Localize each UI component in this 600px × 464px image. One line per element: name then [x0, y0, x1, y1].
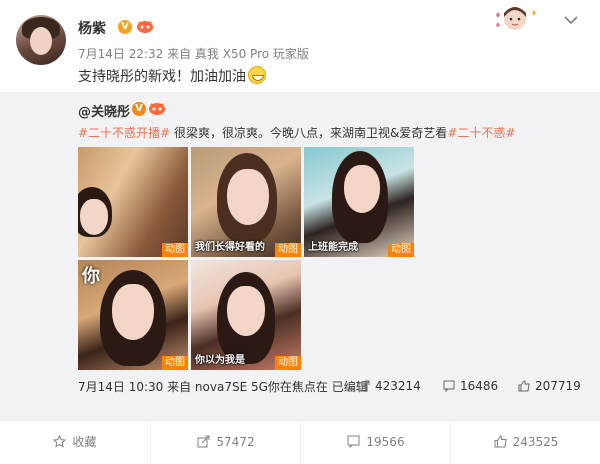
repost-comment-count: 16486 [460, 379, 499, 393]
post-text: 支持晓彤的新戏！加油加油 [78, 66, 266, 86]
star-icon [53, 435, 67, 448]
gif-caption: 你以为我是 [195, 355, 245, 366]
hashtag-link[interactable]: #二十不惑开播# [78, 126, 170, 140]
forward-icon [197, 435, 210, 448]
hashtag-link[interactable]: #二十不惑# [447, 126, 515, 140]
forward-button[interactable]: 57472 [150, 421, 301, 464]
repost-like-stat[interactable]: 207719 [518, 379, 581, 393]
comment-icon [347, 435, 360, 448]
repost-verified-badge-icon: V [132, 102, 146, 116]
forward-count: 57472 [216, 435, 255, 449]
chevron-down-icon[interactable] [563, 12, 579, 28]
comment-icon [443, 380, 455, 392]
thumbs-up-icon [494, 435, 507, 448]
media-thumbnail-3[interactable]: 上班能完成 动图 [304, 147, 414, 257]
forward-icon [358, 380, 370, 392]
figure-face [227, 286, 265, 336]
gif-badge: 动图 [162, 243, 188, 257]
favorite-button[interactable]: 收藏 [0, 421, 150, 464]
figure-face [80, 199, 108, 235]
post-meta: 7月14日 22:32 来自 真我 X50 Pro 玩家版 [78, 47, 309, 61]
avatar-face [30, 27, 52, 55]
repost-forward-stat[interactable]: 423214 [358, 379, 421, 393]
figure-face [227, 169, 269, 225]
gif-badge: 动图 [162, 356, 188, 370]
avatar[interactable] [16, 15, 66, 65]
repost-like-count: 207719 [535, 379, 581, 393]
figure-face [112, 284, 154, 340]
gif-caption: 上班能完成 [308, 242, 358, 253]
repost-comment-stat[interactable]: 16486 [443, 379, 498, 393]
gif-overlay-text: 你 [82, 266, 100, 287]
verified-badge-icon: V [118, 20, 132, 34]
media-thumbnail-5[interactable]: 你以为我是 动图 [191, 260, 301, 370]
sticker-icon [496, 7, 536, 30]
like-count: 243525 [512, 435, 559, 449]
repost-username[interactable]: @关晓彤 [78, 101, 130, 120]
comment-button[interactable]: 19566 [300, 421, 451, 464]
thumbs-up-icon [518, 380, 530, 392]
weibo-card: 杨紫 V 7月14日 22:32 来自 真我 X50 Pro 玩家版 支持晓彤的… [0, 0, 600, 464]
repost-forward-count: 423214 [375, 379, 421, 393]
gif-badge: 动图 [388, 243, 414, 257]
comment-count: 19566 [366, 435, 405, 449]
favorite-label: 收藏 [72, 435, 97, 449]
gif-caption: 我们长得好看的 [195, 242, 265, 253]
repost-vip-icon [149, 103, 165, 115]
grin-emoji-icon [248, 66, 266, 84]
like-button[interactable]: 243525 [450, 421, 600, 464]
post-text-content: 支持晓彤的新戏！加油加油 [78, 69, 246, 85]
repost-block: @关晓彤 V #二十不惑开播# 很梁爽，很凉爽。今晚八点，来湖南卫视&爱奇艺看#… [0, 92, 600, 420]
repost-text-body: 很梁爽，很凉爽。今晚八点，来湖南卫视&爱奇艺看 [170, 126, 448, 140]
gif-badge: 动图 [275, 243, 301, 257]
media-thumbnail-4[interactable]: 你 动图 [78, 260, 188, 370]
vip-icon [137, 21, 153, 33]
figure-face [344, 165, 380, 213]
media-thumbnail-2[interactable]: 我们长得好看的 动图 [191, 147, 301, 257]
post-username[interactable]: 杨紫 [78, 18, 106, 38]
gif-badge: 动图 [275, 356, 301, 370]
repost-text: #二十不惑开播# 很梁爽，很凉爽。今晚八点，来湖南卫视&爱奇艺看#二十不惑# [78, 124, 515, 141]
action-bar: 收藏 57472 19566 243525 [0, 420, 600, 464]
media-thumbnail-1[interactable]: 动图 [78, 147, 188, 257]
